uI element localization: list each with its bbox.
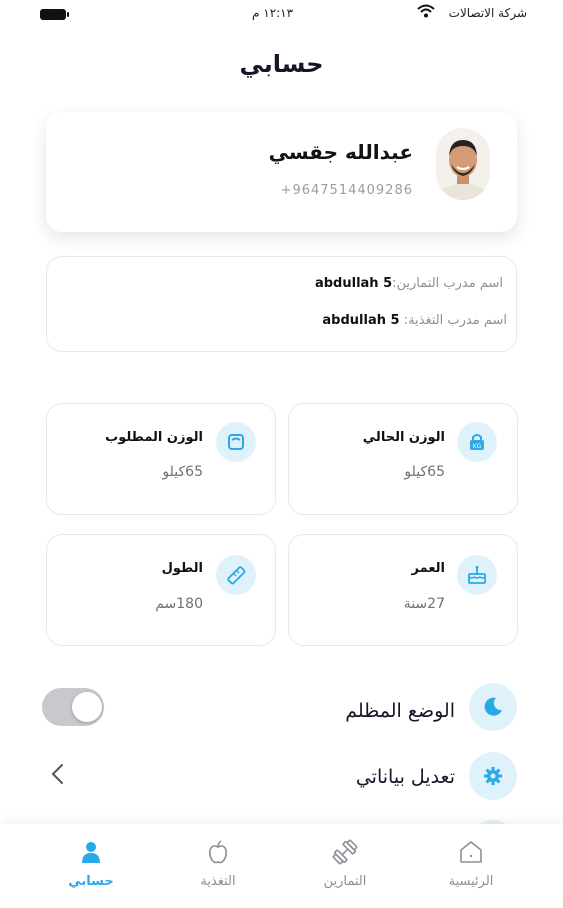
- page-title: حسابي: [239, 50, 324, 78]
- tab-workouts-label: التمارين: [323, 874, 367, 889]
- trainers-card: [46, 256, 517, 352]
- workout-trainer-value: abdullah 5: [314, 276, 393, 291]
- workout-trainer-line: اسم مدرب التمارين:abdullah 5: [315, 276, 503, 291]
- tab-workouts[interactable]: التمارين: [295, 838, 395, 908]
- dark-mode-label: الوضع المظلم: [345, 700, 455, 722]
- tab-home-label: الرئيسية: [448, 874, 494, 889]
- carrier-name: شركة الاتصالات: [448, 6, 527, 20]
- target-weight-title: الوزن المطلوب: [105, 430, 203, 445]
- chevron-left-icon[interactable]: [50, 762, 64, 790]
- nutrition-trainer-value: abdullah 5: [322, 313, 400, 328]
- home-icon: [460, 841, 482, 863]
- tab-nutrition[interactable]: التغذية: [168, 838, 268, 908]
- edit-data-label[interactable]: تعديل بياناتي: [356, 766, 455, 788]
- wifi-icon: [417, 4, 435, 21]
- toggle-knob: [72, 692, 102, 722]
- dark-mode-toggle[interactable]: [42, 688, 104, 726]
- scale-lock-icon: KG: [457, 422, 497, 462]
- age-title: العمر: [411, 561, 445, 576]
- gear-icon: [469, 752, 517, 800]
- tab-home[interactable]: الرئيسية: [421, 838, 521, 908]
- tab-account[interactable]: حسابي: [41, 838, 141, 908]
- status-time: ١٢:١٣ م: [252, 6, 294, 20]
- profile-phone: +9647514409286: [280, 183, 413, 198]
- apple-icon: [209, 840, 227, 864]
- bottom-tab-bar: الرئيسية التمارين التغذية حسابي: [0, 824, 563, 900]
- age-value: 27سنة: [403, 596, 445, 612]
- height-value: 180سم: [155, 596, 203, 612]
- workout-trainer-label: اسم مدرب التمارين:: [392, 276, 503, 291]
- svg-text:KG: KG: [473, 443, 482, 450]
- tab-account-label: حسابي: [68, 874, 114, 889]
- tab-nutrition-label: التغذية: [200, 874, 236, 889]
- current-weight-value: 65كيلو: [404, 464, 445, 480]
- ruler-icon: [216, 555, 256, 595]
- target-weight-value: 65كيلو: [162, 464, 203, 480]
- weight-scale-icon: [216, 422, 256, 462]
- cake-icon: [457, 555, 497, 595]
- avatar: [436, 128, 490, 200]
- height-title: الطول: [161, 561, 203, 576]
- battery-icon: [40, 9, 69, 20]
- current-weight-title: الوزن الحالي: [362, 430, 445, 445]
- dumbbell-icon: [332, 839, 358, 865]
- moon-icon: [469, 683, 517, 731]
- status-bar: ١٢:١٣ م شركة الاتصالات: [0, 0, 563, 28]
- profile-name: عبدالله جقسي: [268, 140, 413, 164]
- user-icon: [82, 842, 100, 863]
- nutrition-trainer-line: اسم مدرب التغذية: abdullah 5: [322, 313, 507, 328]
- nutrition-trainer-label: اسم مدرب التغذية:: [403, 313, 507, 328]
